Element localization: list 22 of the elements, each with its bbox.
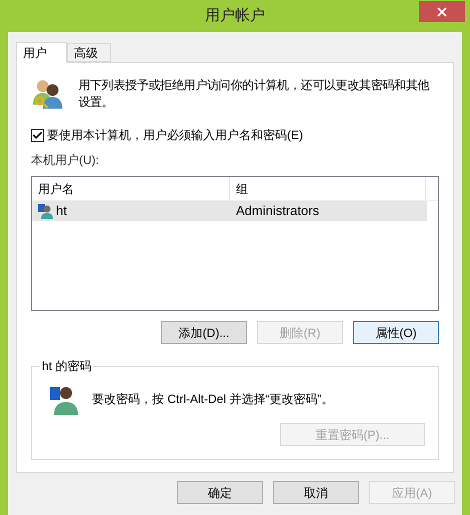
close-icon [435, 4, 449, 18]
window-title: 用户帐户 [205, 6, 265, 26]
users-label: 本机用户(U): [31, 152, 100, 169]
tab[interactable]: 高级 [67, 43, 111, 62]
require-login-checkbox[interactable]: 要使用本计算机，用户必须输入用户名和密码(E) [31, 126, 439, 144]
dialog-button[interactable]: 取消 [273, 481, 359, 504]
user-row[interactable]: ht Administrators [32, 201, 427, 221]
column-header[interactable]: 组 [230, 177, 426, 200]
dialog-button[interactable]: 添加(D)... [161, 321, 247, 344]
dialog-button[interactable]: 确定 [177, 481, 263, 504]
user-icon [38, 203, 53, 219]
check-icon [32, 130, 43, 140]
users-list[interactable]: 用户名 组 ht Administrators [31, 176, 439, 311]
password-hint-text: 要改密码，按 Ctrl-Alt-Del 并选择“更改密码”。 [92, 391, 334, 408]
close-button[interactable] [419, 1, 465, 22]
table-cell-text: ht [56, 202, 67, 220]
column-header[interactable]: 用户名 [32, 177, 230, 200]
description-text: 用下列表授予或拒绝用户访问你的计算机，还可以更改其密码和其他设置。 [78, 77, 430, 111]
dialog-button[interactable]: 属性(O) [353, 321, 439, 344]
checkbox[interactable] [31, 128, 44, 142]
table-cell-text: Administrators [235, 202, 320, 220]
tab[interactable]: 用户 [16, 42, 67, 63]
